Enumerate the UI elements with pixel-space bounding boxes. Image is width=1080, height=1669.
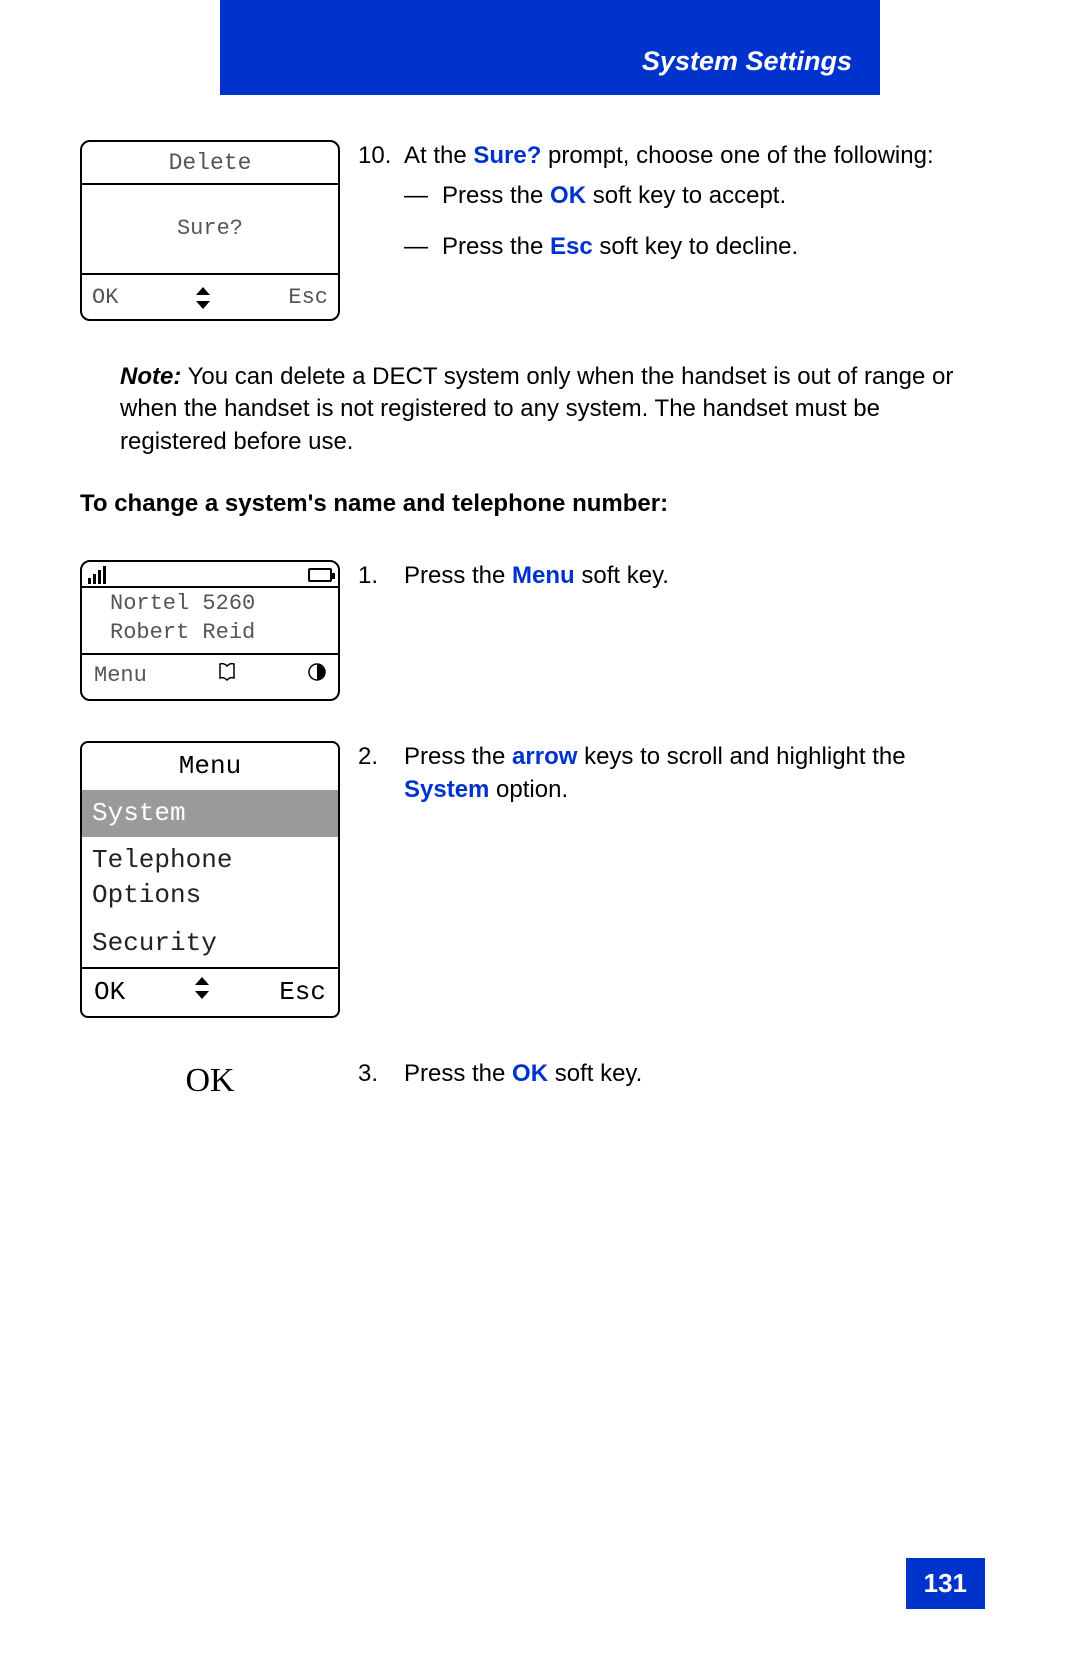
up-down-arrows-icon — [196, 287, 210, 309]
battery-icon — [308, 568, 332, 582]
contrast-icon — [308, 661, 326, 691]
menu-item-telephone-options: Telephone Options — [82, 837, 338, 919]
sure-keyword: Sure? — [473, 142, 541, 169]
step-number-10: 10. — [358, 140, 394, 281]
page-header: System Settings — [220, 0, 880, 95]
opt2-pre: Press the — [442, 233, 550, 260]
step3-pre: Press the — [404, 1060, 512, 1087]
opt1-pre: Press the — [442, 182, 550, 209]
note-body: You can delete a DECT system only when t… — [120, 363, 953, 455]
step-number-2: 2. — [358, 741, 394, 806]
book-icon — [217, 661, 237, 691]
screen1-title: Delete — [92, 148, 328, 179]
step10-text1: At the — [404, 142, 473, 169]
screen3-softkey-esc: Esc — [279, 975, 326, 1010]
step2-pre: Press the — [404, 743, 512, 770]
step3-body: Press the OK soft key. — [404, 1058, 642, 1090]
handset-screen-idle: Nortel 5260 Robert Reid Menu — [80, 560, 340, 701]
header-title: System Settings — [642, 46, 852, 77]
dash: — — [404, 231, 432, 263]
opt1-post: soft key to accept. — [586, 182, 786, 209]
screen1-softkey-esc: Esc — [288, 283, 328, 313]
arrow-keyword: arrow — [512, 743, 577, 770]
menu-item-system: System — [82, 790, 338, 837]
step-number-1: 1. — [358, 560, 394, 592]
step3-post: soft key. — [548, 1060, 642, 1087]
system-keyword: System — [404, 776, 489, 803]
handset-screen-menu: Menu System Telephone Options Security O… — [80, 741, 340, 1018]
screen2-softkey-menu: Menu — [94, 661, 147, 691]
step2-mid: keys to scroll and highlight the — [577, 743, 905, 770]
step10-option1: Press the OK soft key to accept. — [442, 180, 786, 212]
up-down-arrows-icon — [195, 975, 209, 1010]
step1-body: Press the Menu soft key. — [404, 560, 669, 592]
dash: — — [404, 180, 432, 212]
screen1-softkey-ok: OK — [92, 283, 118, 313]
page-number-text: 131 — [924, 1568, 967, 1598]
signal-icon — [88, 566, 106, 584]
screen2-line1: Nortel 5260 — [110, 590, 338, 619]
screen3-title: Menu — [82, 743, 338, 790]
step1-pre: Press the — [404, 562, 512, 589]
screen1-prompt: Sure? — [177, 214, 243, 244]
step2-post: option. — [489, 776, 568, 803]
ok-keyword-2: OK — [512, 1060, 548, 1087]
note-label: Note: — [120, 363, 181, 390]
screen3-softkey-ok: OK — [94, 975, 125, 1010]
ok-keyword: OK — [550, 182, 586, 209]
step10-body: At the Sure? prompt, choose one of the f… — [404, 140, 934, 281]
screen2-line2: Robert Reid — [110, 619, 338, 648]
step10-option2: Press the Esc soft key to decline. — [442, 231, 798, 263]
page-number: 131 — [906, 1558, 985, 1609]
section-heading: To change a system's name and telephone … — [80, 488, 985, 520]
step10-text2: prompt, choose one of the following: — [541, 142, 933, 169]
step2-body: Press the arrow keys to scroll and highl… — [404, 741, 985, 806]
note-block: Note: You can delete a DECT system only … — [120, 361, 985, 458]
menu-keyword: Menu — [512, 562, 575, 589]
step-number-3: 3. — [358, 1058, 394, 1090]
esc-keyword: Esc — [550, 233, 593, 260]
menu-item-security: Security — [82, 920, 338, 967]
step1-post: soft key. — [575, 562, 669, 589]
handset-screen-delete: Delete Sure? OK Esc — [80, 140, 340, 321]
opt2-post: soft key to decline. — [593, 233, 798, 260]
ok-key-label: OK — [80, 1058, 340, 1104]
page-content: Delete Sure? OK Esc — [80, 140, 985, 1148]
ok-big-text: OK — [185, 1058, 234, 1104]
